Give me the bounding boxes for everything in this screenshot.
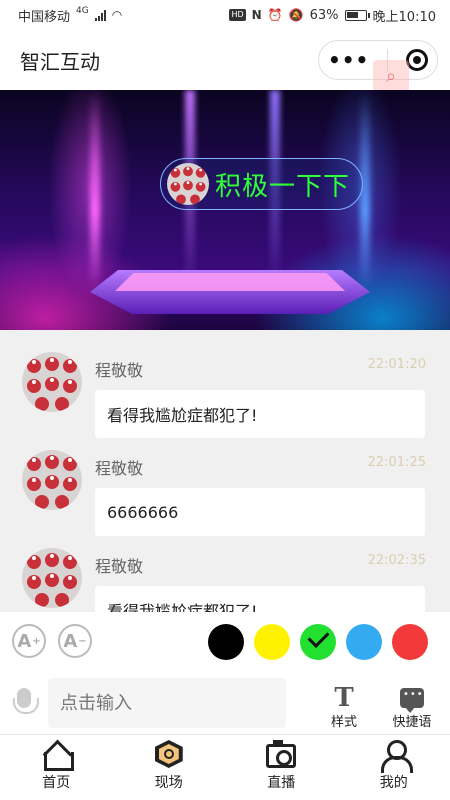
clock: 晚上10:10 xyxy=(372,9,436,25)
tab-profile[interactable]: 我的 xyxy=(338,735,450,800)
microphone-icon[interactable] xyxy=(12,686,39,720)
color-swatch-yellow[interactable] xyxy=(254,624,290,660)
carrier-label: 中国移动 xyxy=(18,9,71,25)
message-bubble: 看得我尴尬症都犯了! xyxy=(95,586,425,612)
avatar xyxy=(167,163,209,205)
nfc-icon: N xyxy=(251,8,262,22)
message-author: 程敬敬 xyxy=(95,557,144,576)
tab-label: 我的 xyxy=(379,775,408,791)
tab-label: 现场 xyxy=(154,775,183,791)
style-label: 样式 xyxy=(330,715,357,730)
minus-icon: − xyxy=(78,635,87,647)
message-author: 程敬敬 xyxy=(95,459,144,478)
style-button[interactable]: T 样式 xyxy=(317,678,371,730)
wifi-icon: ◠ xyxy=(111,8,123,22)
user-icon xyxy=(380,740,413,773)
style-controls: A + A − xyxy=(0,612,450,672)
tab-bar: 首页 现场 直播 我的 xyxy=(0,734,450,800)
quick-phrase-button[interactable]: 快捷语 xyxy=(385,678,439,730)
status-bar: 中国移动 4G ◠ HD N ⏰ 🔕 63% 晚上10:10 xyxy=(0,0,450,30)
message-time: 22:02:35 xyxy=(367,553,426,568)
quick-phrase-label: 快捷语 xyxy=(392,715,432,730)
color-swatch-red[interactable] xyxy=(392,624,428,660)
search-icon[interactable]: ⌕ xyxy=(373,60,409,92)
message-author: 程敬敬 xyxy=(95,361,144,380)
font-increase-label: A xyxy=(17,630,32,652)
font-increase-button[interactable]: A + xyxy=(12,624,46,658)
page-title: 智汇互动 xyxy=(20,49,100,74)
alarm-icon: ⏰ xyxy=(267,8,283,22)
plus-icon: + xyxy=(32,635,41,647)
mute-icon: 🔕 xyxy=(288,8,304,22)
stage-banner: 积极一下下 xyxy=(0,90,450,330)
home-icon xyxy=(42,742,75,771)
chat-bubble-icon xyxy=(400,688,424,713)
font-decrease-button[interactable]: A − xyxy=(58,624,92,658)
message-time: 22:01:20 xyxy=(367,357,426,372)
message-input[interactable] xyxy=(48,678,286,728)
tab-live-scene[interactable]: 现场 xyxy=(113,735,226,800)
tab-label: 直播 xyxy=(267,775,296,791)
camera-icon xyxy=(266,740,297,768)
list-item: 程敬敬 22:02:35 看得我尴尬症都犯了! xyxy=(0,526,450,612)
avatar[interactable] xyxy=(22,352,82,412)
list-item: 程敬敬 22:01:25 6666666 xyxy=(0,428,450,536)
signal-icon xyxy=(94,9,106,21)
color-swatch-blue[interactable] xyxy=(346,624,382,660)
light-beam xyxy=(90,90,100,290)
battery-percent: 63% xyxy=(309,7,339,23)
hexagon-icon xyxy=(154,740,183,768)
target-circle-icon[interactable] xyxy=(406,49,429,71)
color-swatch-black[interactable] xyxy=(208,624,244,660)
battery-icon xyxy=(344,9,370,21)
message-time: 22:01:25 xyxy=(367,455,426,470)
network-type: 4G xyxy=(76,6,89,16)
barrage-text: 积极一下下 xyxy=(215,171,351,202)
font-decrease-label: A xyxy=(63,630,78,652)
tab-label: 首页 xyxy=(42,775,71,791)
more-dots-icon[interactable]: ••• xyxy=(328,48,369,72)
tab-home[interactable]: 首页 xyxy=(0,735,113,800)
avatar[interactable] xyxy=(22,450,82,510)
input-bar: T 样式 快捷语 xyxy=(0,672,450,734)
avatar[interactable] xyxy=(22,548,82,608)
text-style-icon: T xyxy=(334,683,354,713)
color-swatch-green[interactable] xyxy=(300,624,336,660)
message-list[interactable]: 程敬敬 22:01:20 看得我尴尬症都犯了! 程敬敬 22:01:25 666… xyxy=(0,330,450,612)
list-item: 程敬敬 22:01:20 看得我尴尬症都犯了! xyxy=(0,330,450,438)
tab-broadcast[interactable]: 直播 xyxy=(225,735,338,800)
barrage-bubble: 积极一下下 xyxy=(160,158,364,210)
stage-platform-top xyxy=(115,273,345,291)
hd-icon: HD xyxy=(229,9,246,21)
